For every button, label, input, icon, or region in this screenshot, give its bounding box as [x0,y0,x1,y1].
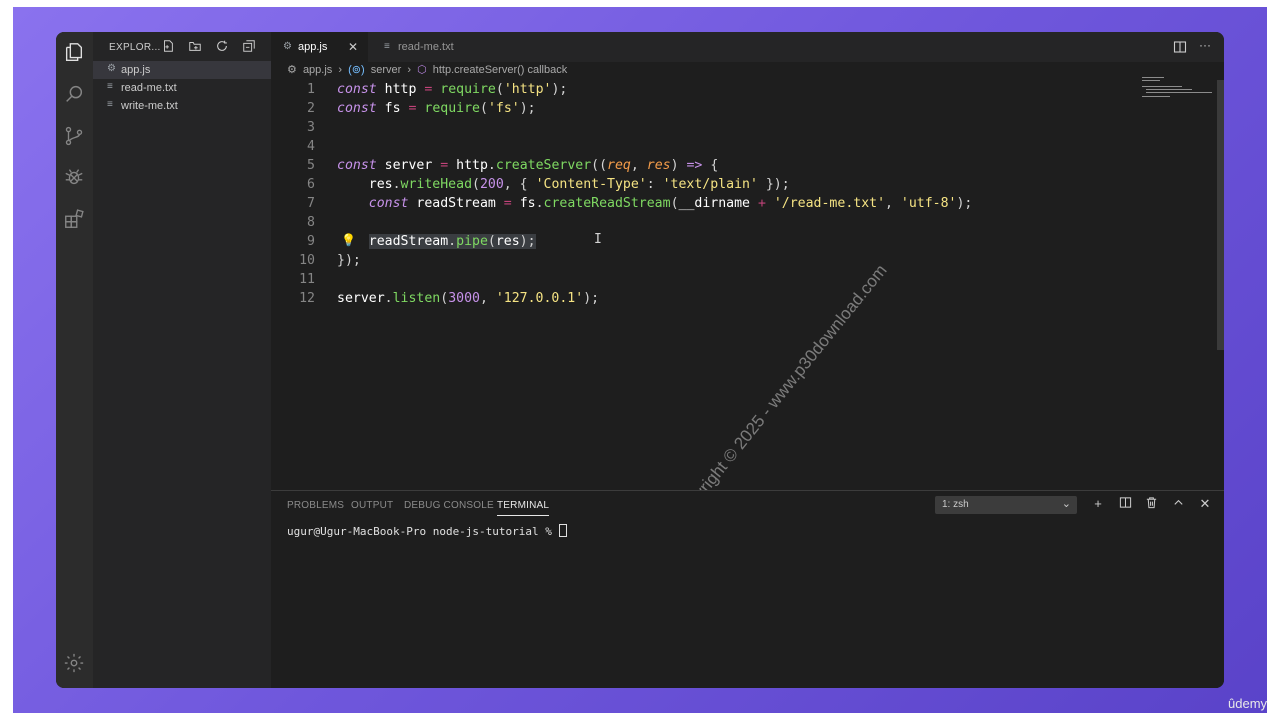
split-terminal-icon[interactable] [1118,496,1132,512]
line-number: 1 [307,82,315,97]
explorer-sidebar: EXPLOR... ⚙ app.js ≡ read-me.txt ≡ write… [93,32,271,688]
gear-file-icon: ⚙ [107,63,116,74]
udemy-logo: ûdemy [1228,696,1268,711]
code-text: }); [337,253,361,268]
code-text: const server = http.createServer((req, r… [337,158,719,173]
tab-app-js[interactable]: ⚙ app.js ✕ [271,32,368,62]
breadcrumb-function[interactable]: http.createServer() callback [433,64,568,76]
code-text: res.writeHead(200, { 'Content-Type': 'te… [368,177,790,192]
line-number: 4 [307,139,315,154]
line-number: 11 [299,272,315,287]
tab-debug-console[interactable]: DEBUG CONSOLE [404,500,494,511]
code-line: 2 const fs = require('fs'); [271,99,1211,118]
code-line: 10 }); [271,251,1211,270]
debug-icon[interactable] [63,166,85,188]
file-name: write-me.txt [121,100,178,112]
line-number: 3 [307,120,315,135]
tab-read-me[interactable]: ≡ read-me.txt [368,32,476,62]
text-file-icon: ≡ [384,41,390,52]
collapse-all-icon[interactable] [242,39,256,53]
variable-icon: (⊚) [348,64,365,76]
text-cursor-icon: I [594,232,602,247]
line-number: 10 [299,253,315,268]
line-number: 2 [307,101,315,116]
file-item-app-js[interactable]: ⚙ app.js [93,61,271,79]
line-number: 9 [307,234,315,249]
tab-output[interactable]: OUTPUT [351,500,393,511]
bottom-panel: PROBLEMS OUTPUT DEBUG CONSOLE TERMINAL 1… [271,490,1224,688]
line-number: 8 [307,215,315,230]
code-text: const http = require('http'); [337,82,568,97]
source-control-icon[interactable] [63,125,85,147]
file-item-read-me[interactable]: ≡ read-me.txt [93,79,271,97]
vscode-window: EXPLOR... ⚙ app.js ≡ read-me.txt ≡ write… [56,32,1224,688]
file-name: read-me.txt [121,82,177,94]
text-file-icon: ≡ [107,99,113,110]
terminal-select-value: 1: zsh [942,499,969,510]
refresh-icon[interactable] [215,39,229,53]
new-folder-icon[interactable] [188,39,202,53]
tab-label: app.js [298,41,328,53]
file-name: app.js [121,64,151,76]
minimap[interactable] [1142,76,1212,98]
tab-problems[interactable]: PROBLEMS [287,500,344,511]
line-number: 12 [299,291,315,306]
editor-tab-bar: ⚙ app.js ✕ ≡ read-me.txt ··· [271,32,1224,62]
line-number: 7 [307,196,315,211]
terminal-cursor [558,524,567,537]
split-editor-icon[interactable] [1173,40,1187,54]
terminal-prompt: ugur@Ugur-MacBook-Pro node-js-tutorial % [287,525,559,538]
code-line: 7 const readStream = fs.createReadStream… [271,194,1211,213]
breadcrumb-symbol[interactable]: server [371,64,402,76]
breadcrumb-file[interactable]: app.js [303,64,332,76]
trash-icon[interactable] [1144,496,1158,512]
code-line: 12 server.listen(3000, '127.0.0.1'); [271,289,1211,308]
add-terminal-icon[interactable]: + [1091,496,1105,512]
chevron-up-icon[interactable] [1171,496,1185,512]
breadcrumb: ⚙ app.js › (⊚) server › ⬡ http.createSer… [287,63,570,79]
code-line: 1 const http = require('http'); [271,80,1211,99]
code-line: 4 [271,137,1211,156]
gear-file-icon: ⚙ [287,64,297,76]
close-panel-icon[interactable]: ✕ [1198,496,1212,512]
code-line: 8 [271,213,1211,232]
explorer-title: EXPLOR... [109,42,161,53]
extensions-icon[interactable] [63,208,85,230]
terminal-output[interactable]: ugur@Ugur-MacBook-Pro node-js-tutorial % [287,524,567,538]
more-actions-icon[interactable]: ··· [1199,38,1213,52]
code-line: 11 [271,270,1211,289]
terminal-select[interactable]: 1: zsh ⌄ [935,496,1077,514]
line-number: 5 [307,158,315,173]
line-number: 6 [307,177,315,192]
gear-file-icon: ⚙ [283,41,292,52]
chevron-right-icon: › [338,64,343,76]
code-text: const readStream = fs.createReadStream(_… [368,196,973,211]
code-line: 5 const server = http.createServer((req,… [271,156,1211,175]
code-line: 6 res.writeHead(200, { 'Content-Type': '… [271,175,1211,194]
code-text: const fs = require('fs'); [337,101,536,116]
close-icon[interactable]: ✕ [348,40,358,54]
explorer-header: EXPLOR... [93,32,271,62]
settings-gear-icon[interactable] [63,652,85,674]
code-text: readStream.pipe(res); [337,232,536,251]
activity-bar [56,32,93,688]
new-file-icon[interactable] [161,39,175,53]
tab-label: read-me.txt [398,41,454,53]
code-line: 9 💡 readStream.pipe(res); I [271,232,1211,251]
tab-terminal[interactable]: TERMINAL [497,500,550,516]
code-text: server.listen(3000, '127.0.0.1'); [337,291,600,306]
chevron-right-icon: › [407,64,411,76]
explorer-icon[interactable] [63,41,85,63]
editor-scrollbar[interactable] [1217,80,1224,350]
file-item-write-me[interactable]: ≡ write-me.txt [93,97,271,115]
chevron-down-icon: ⌄ [1061,498,1071,510]
code-line: 3 [271,118,1211,137]
selected-code: readStream.pipe(res); [368,234,536,249]
text-file-icon: ≡ [107,81,113,92]
search-icon[interactable] [63,83,85,105]
function-cube-icon: ⬡ [417,64,427,76]
